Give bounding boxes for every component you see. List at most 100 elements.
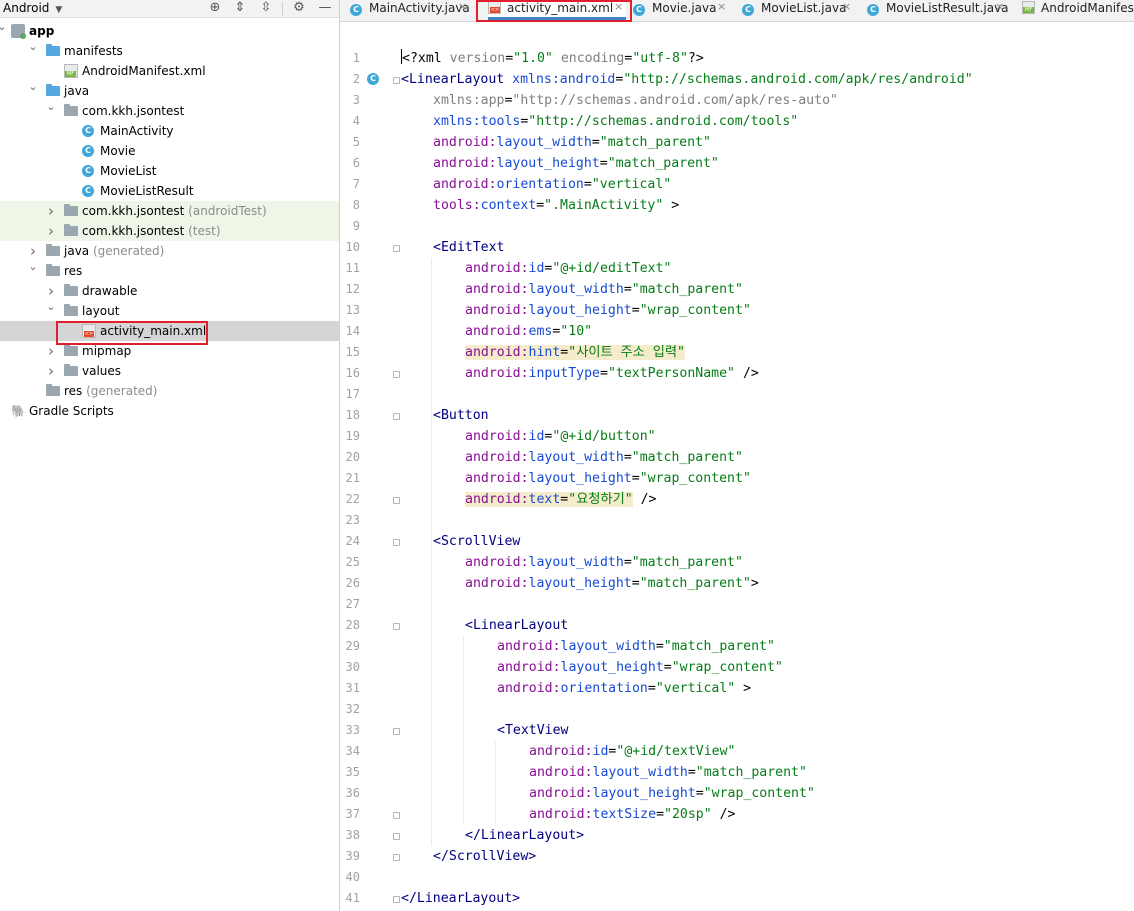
tree-row[interactable]: ⌄ res: [0, 260, 339, 281]
close-icon[interactable]: ×: [458, 0, 467, 15]
fold-marker-icon[interactable]: [393, 896, 400, 903]
fold-marker-icon[interactable]: [393, 539, 400, 546]
code-line[interactable]: 31 android:orientation="vertical" >: [340, 678, 1134, 699]
code-line[interactable]: 2 C <LinearLayout xmlns:android="http://sc…: [340, 69, 1134, 90]
fold-marker-icon[interactable]: [393, 497, 400, 504]
code-line[interactable]: 39 </ScrollView>: [340, 846, 1134, 867]
code-line[interactable]: 20 android:layout_width="match_parent": [340, 447, 1134, 468]
tree-row[interactable]: ⌄ app: [0, 20, 339, 41]
code-line[interactable]: 40: [340, 867, 1134, 888]
fold-marker-icon[interactable]: [393, 371, 400, 378]
code-line[interactable]: 33 <TextView: [340, 720, 1134, 741]
tree-row[interactable]: MF AndroidManifest.xml: [0, 61, 339, 81]
tree-row[interactable]: › java (generated): [0, 241, 339, 261]
tree-row[interactable]: C MainActivity: [0, 121, 339, 141]
editor-tab[interactable]: C MainActivity.java ×: [350, 0, 470, 20]
fold-marker-icon[interactable]: [393, 833, 400, 840]
fold-marker-icon[interactable]: [393, 728, 400, 735]
editor-tab[interactable]: C Movie.java ×: [633, 0, 729, 20]
chevron-down-icon[interactable]: ⌄: [46, 97, 56, 117]
tree-row[interactable]: 🐘 Gradle Scripts: [0, 401, 339, 421]
code-line[interactable]: 12 android:layout_width="match_parent": [340, 279, 1134, 300]
fold-marker-icon[interactable]: [393, 77, 400, 84]
chevron-right-icon[interactable]: ›: [46, 361, 56, 381]
code-line[interactable]: 16 android:inputType="textPersonName" />: [340, 363, 1134, 384]
code-line[interactable]: 24 <ScrollView: [340, 531, 1134, 552]
tree-row[interactable]: res (generated): [0, 381, 339, 401]
code-line[interactable]: 3 xmlns:app="http://schemas.android.com/a…: [340, 90, 1134, 111]
tree-row[interactable]: ⌄ com.kkh.jsontest: [0, 100, 339, 121]
code-line[interactable]: 26 android:layout_height="match_parent">: [340, 573, 1134, 594]
chevron-down-icon[interactable]: ⌄: [46, 297, 56, 317]
code-line[interactable]: 29 android:layout_width="match_parent": [340, 636, 1134, 657]
close-icon[interactable]: ×: [717, 0, 726, 15]
code-line[interactable]: 34 android:id="@+id/textView": [340, 741, 1134, 762]
expand-all-icon[interactable]: ⇕: [232, 0, 248, 15]
class-gutter-icon[interactable]: C: [367, 73, 379, 85]
code-line[interactable]: 4 xmlns:tools="http://schemas.android.com…: [340, 111, 1134, 132]
code-line[interactable]: 22 android:text="요청하기" />: [340, 489, 1134, 510]
code-line[interactable]: 37 android:textSize="20sp" />: [340, 804, 1134, 825]
tree-row[interactable]: C Movie: [0, 141, 339, 161]
tree-row[interactable]: › values: [0, 361, 339, 381]
code-line[interactable]: 23: [340, 510, 1134, 531]
code-line[interactable]: 7 android:orientation="vertical": [340, 174, 1134, 195]
code-line[interactable]: 14 android:ems="10": [340, 321, 1134, 342]
code-line[interactable]: 6 android:layout_height="match_parent": [340, 153, 1134, 174]
minimize-icon[interactable]: —: [317, 0, 333, 15]
close-icon[interactable]: ×: [995, 0, 1004, 15]
code-line[interactable]: 8 tools:context=".MainActivity" >: [340, 195, 1134, 216]
code-line[interactable]: 1 <?xml version="1.0" encoding="utf-8"?>: [340, 48, 1134, 69]
tree-row[interactable]: C MovieListResult: [0, 181, 339, 201]
code-line[interactable]: 32: [340, 699, 1134, 720]
chevron-down-icon[interactable]: ⌄: [28, 37, 38, 57]
chevron-right-icon[interactable]: ›: [46, 341, 56, 361]
tree-row[interactable]: ⌄ layout: [0, 300, 339, 321]
code-line[interactable]: 41 </LinearLayout>: [340, 888, 1134, 909]
code-line[interactable]: 5 android:layout_width="match_parent": [340, 132, 1134, 153]
tree-row[interactable]: ⌄ manifests: [0, 40, 339, 61]
chevron-right-icon[interactable]: ›: [46, 221, 56, 241]
code-line[interactable]: 18 <Button: [340, 405, 1134, 426]
code-line[interactable]: 11 android:id="@+id/editText": [340, 258, 1134, 279]
tree-row[interactable]: › com.kkh.jsontest (test): [0, 221, 339, 241]
editor-tab[interactable]: MF AndroidManifest.xml: [1022, 0, 1134, 20]
code-line[interactable]: 9: [340, 216, 1134, 237]
chevron-down-icon[interactable]: ⌄: [28, 257, 38, 277]
fold-marker-icon[interactable]: [393, 623, 400, 630]
chevron-down-icon[interactable]: ⌄: [0, 17, 7, 37]
fold-marker-icon[interactable]: [393, 413, 400, 420]
code-editor[interactable]: 1 <?xml version="1.0" encoding="utf-8"?> 2…: [340, 22, 1134, 911]
code-line[interactable]: 19 android:id="@+id/button": [340, 426, 1134, 447]
class-icon: C: [82, 145, 94, 157]
fold-marker-icon[interactable]: [393, 812, 400, 819]
code-line[interactable]: 13 android:layout_height="wrap_content": [340, 300, 1134, 321]
crosshair-icon[interactable]: ⊕: [207, 0, 223, 15]
code-line[interactable]: 27: [340, 594, 1134, 615]
code-line[interactable]: 17: [340, 384, 1134, 405]
code-line[interactable]: 36 android:layout_height="wrap_content": [340, 783, 1134, 804]
project-view-selector[interactable]: Android ▼: [3, 0, 62, 18]
tree-item-name: mipmap: [82, 344, 132, 358]
code-line[interactable]: 35 android:layout_width="match_parent": [340, 762, 1134, 783]
code-line[interactable]: 10 <EditText: [340, 237, 1134, 258]
code-line[interactable]: 15 android:hint="사이트 주소 입력": [340, 342, 1134, 363]
code-line[interactable]: 21 android:layout_height="wrap_content": [340, 468, 1134, 489]
chevron-down-icon[interactable]: ⌄: [28, 77, 38, 97]
code-line[interactable]: 38 </LinearLayout>: [340, 825, 1134, 846]
collapse-all-icon[interactable]: ⇳: [258, 0, 274, 15]
code-token: "vertical": [591, 177, 672, 192]
editor-tab[interactable]: C MovieListResult.java ×: [867, 0, 1009, 20]
fold-marker-icon[interactable]: [393, 854, 400, 861]
code-line[interactable]: 25 android:layout_width="match_parent": [340, 552, 1134, 573]
code-line[interactable]: 28 <LinearLayout: [340, 615, 1134, 636]
fold-marker-icon[interactable]: [393, 245, 400, 252]
tree-row[interactable]: C MovieList: [0, 161, 339, 181]
close-icon[interactable]: ×: [842, 0, 851, 15]
code-token: tools:: [433, 198, 481, 213]
gear-icon[interactable]: ⚙: [291, 0, 307, 15]
code-line[interactable]: 30 android:layout_height="wrap_content": [340, 657, 1134, 678]
tree-row[interactable]: › com.kkh.jsontest (androidTest): [0, 201, 339, 221]
chevron-right-icon[interactable]: ›: [46, 201, 56, 221]
editor-tab[interactable]: C MovieList.java ×: [742, 0, 854, 20]
